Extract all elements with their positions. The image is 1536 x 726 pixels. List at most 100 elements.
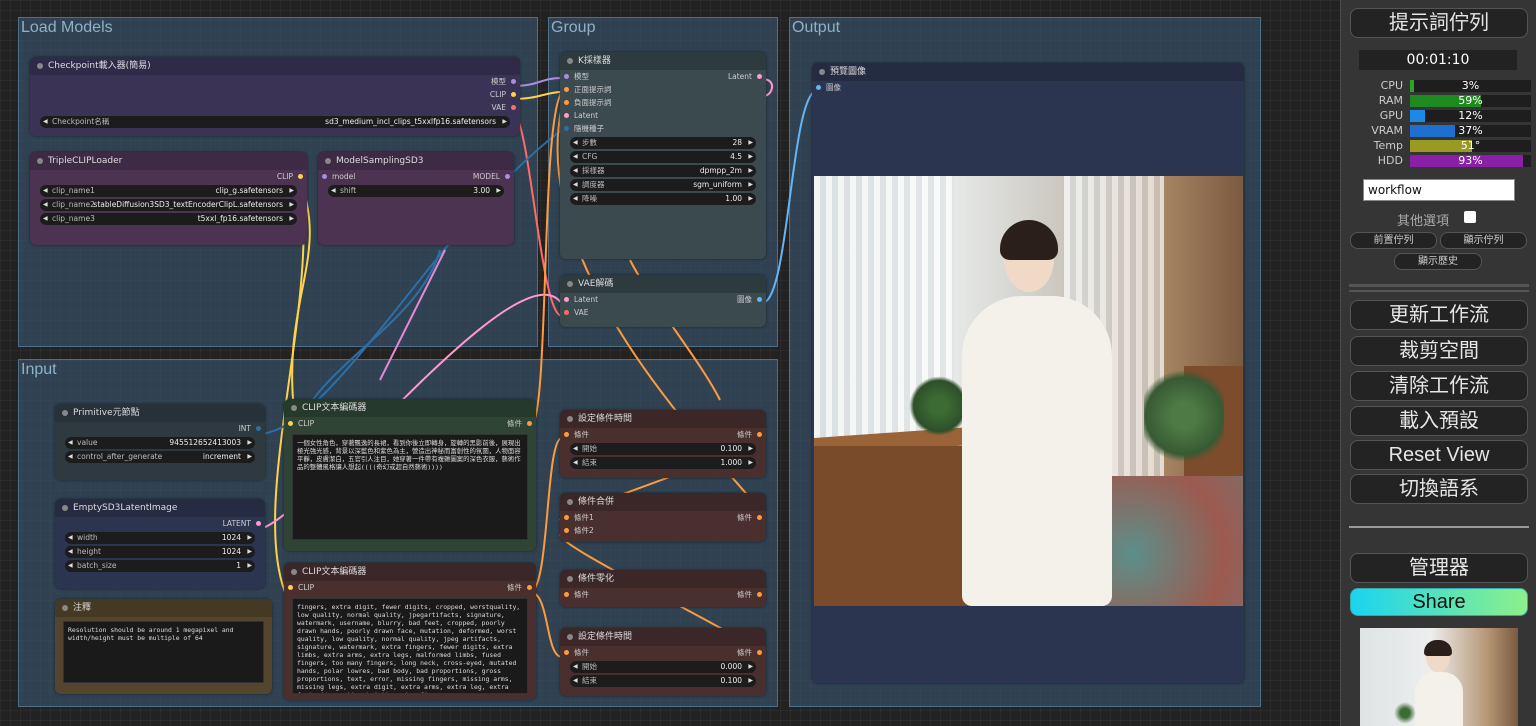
node-title[interactable]: Checkpoint載入器(簡易) [30, 57, 520, 75]
node-title[interactable]: 預覽圖像 [812, 63, 1244, 81]
node-title[interactable]: Primitive元節點 [55, 404, 265, 422]
slot-dot[interactable] [564, 74, 569, 79]
slot-dot[interactable] [564, 297, 569, 302]
scheduler-combo[interactable]: 調度器sgm_uniform [570, 179, 756, 191]
denoise-number[interactable]: 降噪1.00 [570, 193, 756, 205]
conditioning-zero-out-node[interactable]: 條件零化 條件 條件 [560, 570, 766, 607]
slot-dot[interactable] [564, 528, 569, 533]
slot-dot[interactable] [816, 85, 821, 90]
conditioning-set-timestep-node[interactable]: 設定條件時間 條件條件 開始0.000 結束0.100 [560, 628, 766, 696]
workflow-name-input[interactable]: workflow [1363, 179, 1515, 201]
node-title[interactable]: EmptySD3LatentImage [55, 499, 265, 517]
negative-prompt-textarea[interactable]: fingers, extra digit, fewer digits, crop… [292, 598, 528, 694]
note-textarea[interactable]: Resolution should be around 1 megapixel … [63, 621, 264, 683]
output-slot-int[interactable]: INT [55, 422, 265, 435]
manager-button[interactable]: 管理器 [1350, 553, 1528, 583]
slot-dot[interactable] [564, 126, 569, 131]
checkpoint-loader-node[interactable]: Checkpoint載入器(簡易) 模型 CLIP VAE Checkpoint… [30, 57, 520, 136]
clip-io-slot[interactable]: CLIP 條件 [284, 417, 536, 430]
input-slot-vae[interactable]: VAE [560, 306, 766, 319]
slot-dot[interactable] [527, 585, 532, 590]
slot-dot[interactable] [564, 515, 569, 520]
slot-dot[interactable] [757, 592, 762, 597]
conditioning-io-slot[interactable]: 條件 條件 [560, 428, 766, 441]
slot-dot[interactable] [298, 174, 303, 179]
slot-dot[interactable] [511, 79, 516, 84]
output-slot-model[interactable]: 模型 [30, 75, 520, 88]
slot-dot[interactable] [564, 592, 569, 597]
slot-dot[interactable] [757, 297, 762, 302]
node-title[interactable]: 條件零化 [560, 570, 766, 588]
slot-dot[interactable] [511, 92, 516, 97]
node-title[interactable]: CLIP文本編碼器 [284, 399, 536, 417]
update-workflow-button[interactable]: 更新工作流 [1350, 300, 1528, 330]
positive-prompt-textarea[interactable]: 一個女性角色，穿著飄逸的長裙，看到你後立即轉身，旋轉的黑影前後，展現出極光強光感… [292, 434, 528, 540]
node-title[interactable]: 設定條件時間 [560, 410, 766, 428]
input-slot-conditioning1[interactable]: 條件1 條件 [560, 511, 766, 524]
slot-dot[interactable] [757, 650, 762, 655]
empty-sd3-latent-node[interactable]: EmptySD3LatentImage LATENT width1024 hei… [55, 499, 265, 589]
switch-locale-button[interactable]: 切換語系 [1350, 474, 1528, 504]
slot-dot[interactable] [288, 421, 293, 426]
end-number[interactable]: 結束1.000 [570, 457, 756, 469]
node-title[interactable]: 注釋 [55, 599, 272, 617]
primitive-node[interactable]: Primitive元節點 INT value945512652413003 co… [55, 404, 265, 480]
model-io-slot[interactable]: model MODEL [318, 170, 514, 183]
output-slot-clip[interactable]: CLIP [30, 88, 520, 101]
extra-options-checkbox[interactable] [1464, 211, 1476, 223]
input-slot-conditioning2[interactable]: 條件2 [560, 524, 766, 537]
slot-dot[interactable] [757, 432, 762, 437]
conditioning-io-slot[interactable]: 條件 條件 [560, 646, 766, 659]
model-sampling-sd3-node[interactable]: ModelSamplingSD3 model MODEL shift3.00 [318, 152, 514, 245]
generated-image-preview[interactable] [814, 176, 1243, 606]
latest-image-thumbnail[interactable] [1360, 628, 1518, 726]
note-node[interactable]: 注釋 Resolution should be around 1 megapix… [55, 599, 272, 694]
node-canvas[interactable]: Load Models Group Output Input Checkpoin… [0, 0, 1340, 726]
seed-value-number[interactable]: value945512652413003 [65, 437, 255, 449]
slot-dot[interactable] [564, 113, 569, 118]
shift-number[interactable]: shift3.00 [328, 185, 504, 197]
output-slot-clip[interactable]: CLIP [30, 170, 307, 183]
node-title[interactable]: TripleCLIPLoader [30, 152, 307, 170]
slot-dot[interactable] [757, 74, 762, 79]
node-title[interactable]: K採樣器 [560, 52, 766, 70]
cfg-number[interactable]: CFG4.5 [570, 151, 756, 163]
input-slot-model[interactable]: 模型 Latent [560, 70, 766, 83]
queue-prompt-button[interactable]: 提示詞佇列 [1350, 8, 1528, 38]
conditioning-combine-node[interactable]: 條件合併 條件1 條件 條件2 [560, 493, 766, 542]
checkpoint-name-combo[interactable]: Checkpoint名稱sd3_medium_incl_clips_t5xxlf… [40, 116, 510, 128]
clip-name1-combo[interactable]: clip_name1clip_g.safetensors [40, 185, 297, 197]
input-slot-latent[interactable]: Latent [560, 109, 766, 122]
clipspace-button[interactable]: 裁剪空間 [1350, 336, 1528, 366]
slot-dot[interactable] [564, 100, 569, 105]
slot-dot[interactable] [322, 174, 327, 179]
share-button[interactable]: Share [1350, 588, 1528, 616]
slot-dot[interactable] [288, 585, 293, 590]
input-slot-negative[interactable]: 負面提示詞 [560, 96, 766, 109]
clip-text-encode-positive-node[interactable]: CLIP文本編碼器 CLIP 條件 一個女性角色，穿著飄逸的長裙，看到你後立即轉身… [284, 399, 536, 551]
control-after-generate-combo[interactable]: control_after_generateincrement [65, 451, 255, 463]
load-default-button[interactable]: 載入預設 [1350, 406, 1528, 436]
node-title[interactable]: ModelSamplingSD3 [318, 152, 514, 170]
slot-dot[interactable] [564, 650, 569, 655]
input-slot-images[interactable]: 圖像 [812, 81, 1244, 94]
clip-name2-combo[interactable]: clip_name2stableDiffusion3SD3_textEncode… [40, 199, 297, 211]
clip-io-slot[interactable]: CLIP 條件 [284, 581, 536, 594]
triple-clip-loader-node[interactable]: TripleCLIPLoader CLIP clip_name1clip_g.s… [30, 152, 307, 245]
batch-size-number[interactable]: batch_size1 [65, 560, 255, 572]
node-title[interactable]: 設定條件時間 [560, 628, 766, 646]
height-number[interactable]: height1024 [65, 546, 255, 558]
slot-dot[interactable] [505, 174, 510, 179]
input-slot-latent[interactable]: Latent 圖像 [560, 293, 766, 306]
output-slot-vae[interactable]: VAE [30, 101, 520, 114]
node-title[interactable]: 條件合併 [560, 493, 766, 511]
reset-view-button[interactable]: Reset View [1350, 440, 1528, 470]
slot-dot[interactable] [527, 421, 532, 426]
slot-dot[interactable] [564, 432, 569, 437]
show-queue-button[interactable]: 顯示佇列 [1440, 232, 1527, 249]
slot-dot[interactable] [564, 87, 569, 92]
slot-dot[interactable] [256, 426, 261, 431]
clip-text-encode-negative-node[interactable]: CLIP文本編碼器 CLIP 條件 fingers, extra digit, f… [284, 563, 536, 700]
output-slot-latent[interactable]: LATENT [55, 517, 265, 530]
input-slot-positive[interactable]: 正面提示詞 [560, 83, 766, 96]
